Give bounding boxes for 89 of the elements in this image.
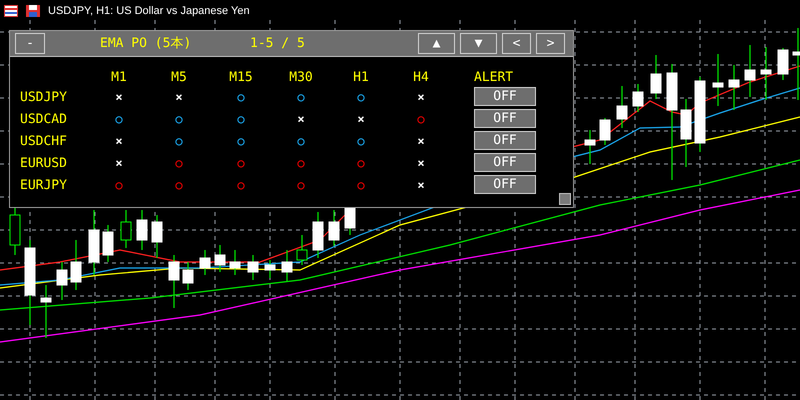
candlestick [712,54,724,106]
candlestick [312,212,324,258]
floppy-icon [26,5,40,18]
candlestick [760,47,772,100]
signal-mark: ○ [417,111,425,128]
table-icon [4,5,18,18]
candlestick [616,86,628,128]
candlestick [584,130,596,164]
signal-mark: × [417,155,425,172]
signal-mark: ○ [357,89,365,106]
signal-mark: ○ [175,111,183,128]
signal-mark: ○ [175,177,183,194]
signal-mark: ○ [237,111,245,128]
signal-mark: ○ [357,155,365,172]
candlestick [600,118,610,145]
signal-mark: ○ [297,89,305,106]
pair-label: USDJPY [20,89,67,107]
candlestick [680,99,692,167]
column-header: M5 [171,69,187,87]
signal-mark: × [297,111,305,128]
candlestick [200,250,210,275]
pair-label: USDCHF [20,133,67,151]
signal-mark: × [115,89,123,106]
alert-toggle-button[interactable]: OFF [474,109,536,128]
candlestick [182,262,194,290]
signal-mark: × [417,177,425,194]
candlestick [136,210,148,250]
candlestick [728,65,740,110]
signal-mark: ○ [175,133,183,150]
candlestick [168,255,180,308]
column-header: ALERT [474,69,514,87]
signal-mark: ○ [357,177,365,194]
signal-mark: ○ [237,89,245,106]
signal-mark: ○ [237,133,245,150]
column-header: H4 [413,69,429,87]
pair-label: EURJPY [20,177,67,195]
signal-mark: ○ [237,177,245,194]
candlestick [120,210,132,248]
signal-mark: × [417,133,425,150]
nav-button[interactable]: ▼ [460,33,497,54]
candlestick [152,215,162,258]
signal-mark: ○ [297,177,305,194]
candlestick [328,210,340,246]
candlestick [88,210,100,275]
alert-toggle-button[interactable]: OFF [474,153,536,172]
signal-mark: × [115,133,123,150]
candlestick [792,28,800,100]
alert-toggle-button[interactable]: OFF [474,131,536,150]
signal-mark: × [417,89,425,106]
candlestick [230,250,240,275]
candlestick [40,285,52,338]
candlestick [632,84,644,112]
alert-toggle-button[interactable]: OFF [474,175,536,194]
page-indicator: 1-5 / 5 [250,34,305,53]
column-header: M30 [289,69,313,87]
signal-mark: × [357,111,365,128]
column-header: M15 [229,69,253,87]
window-title: USDJPY, H1: US Dollar vs Japanese Yen [48,4,250,19]
signal-mark: ○ [297,155,305,172]
alert-toggle-button[interactable]: OFF [474,87,536,106]
candlestick [214,245,226,272]
candlestick [650,55,662,99]
candlestick [282,250,292,282]
signal-mark: ○ [115,111,123,128]
pair-label: EURUSD [20,155,67,173]
pair-label: USDCAD [20,111,67,129]
candlestick [102,225,114,262]
candlestick [56,262,68,300]
signal-mark: × [175,89,183,106]
signal-mark: × [115,155,123,172]
signal-mark: ○ [115,177,123,194]
candlestick [778,48,788,80]
candlestick [248,255,258,280]
nav-button[interactable]: > [536,33,565,54]
candlestick [744,45,756,97]
nav-button[interactable]: ▲ [418,33,455,54]
column-header: H1 [353,69,369,87]
minimize-button[interactable]: - [15,33,45,54]
panel-title: EMA PO (5本) [100,34,192,53]
candlestick [70,240,82,290]
signal-mark: ○ [357,133,365,150]
resize-handle[interactable] [559,193,571,205]
column-header: M1 [111,69,127,87]
candlestick [264,260,276,278]
signal-mark: ○ [297,133,305,150]
signal-mark: ○ [237,155,245,172]
signal-mark: ○ [175,155,183,172]
nav-button[interactable]: < [502,33,531,54]
candlestick [296,235,308,265]
